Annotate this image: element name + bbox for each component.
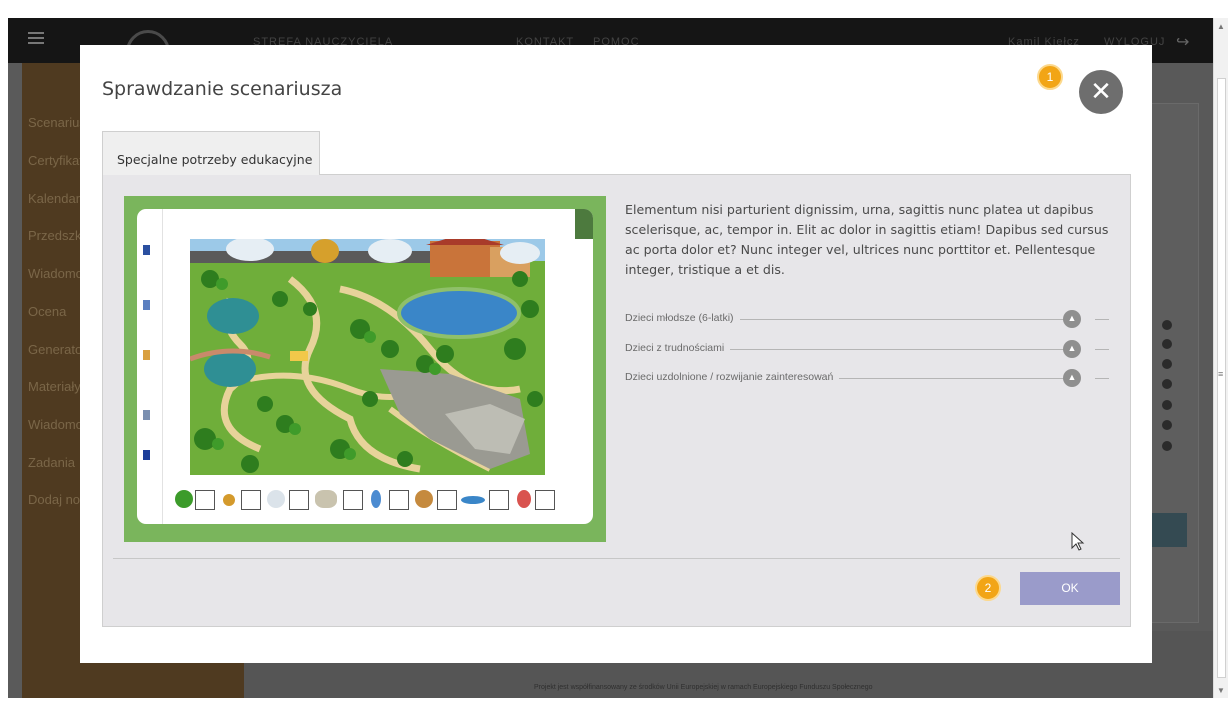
step-badge-2: 2 (975, 575, 1001, 601)
scroll-down-icon[interactable]: ▼ (1217, 686, 1225, 695)
row-action-icon[interactable] (1162, 359, 1172, 369)
browser-viewport: STREFA NAUCZYCIELA KONTAKT POMOC Kamil K… (8, 18, 1213, 698)
logout-icon[interactable]: ↪ (1176, 32, 1189, 52)
card-divider (162, 209, 163, 524)
screen: STREFA NAUCZYCIELA KONTAKT POMOC Kamil K… (0, 0, 1228, 706)
scenario-check-dialog: Sprawdzanie scenariusza 1 ✕ Specjalne po… (80, 45, 1152, 663)
accordion-divider (1095, 319, 1109, 320)
row-action-icon[interactable] (1162, 420, 1172, 430)
chevron-up-icon[interactable]: ▲ (1063, 340, 1081, 358)
step-badge-1: 1 (1037, 64, 1063, 90)
accordion-label: Dzieci młodsze (6-latki) (625, 312, 740, 324)
chevron-up-icon[interactable]: ▲ (1063, 369, 1081, 387)
tab-special-educational-needs[interactable]: Specjalne potrzeby edukacyjne (102, 131, 320, 175)
park-map-illustration (190, 239, 545, 475)
scenario-description: Elementum nisi parturient dignissim, urn… (625, 202, 1109, 277)
logo-strip (143, 245, 151, 475)
corner-fold (575, 209, 593, 239)
close-button[interactable]: ✕ (1079, 70, 1123, 114)
sidebar-item[interactable]: Kalendarz (28, 191, 87, 206)
row-action-icon[interactable] (1162, 379, 1172, 389)
picture-icon-row (175, 488, 580, 516)
sidebar-item[interactable]: Materiały (28, 379, 81, 394)
sidebar-item[interactable]: Zadania (28, 455, 75, 470)
ok-button[interactable]: OK (1020, 572, 1120, 605)
mouse-cursor-icon (1071, 532, 1085, 551)
row-action-icon[interactable] (1162, 320, 1172, 330)
footer-text: Projekt jest współfinansowany ze środków… (534, 684, 873, 691)
hamburger-menu-icon[interactable] (28, 32, 44, 34)
accordion-label: Dzieci z trudnościami (625, 342, 731, 354)
dialog-title: Sprawdzanie scenariusza (102, 78, 343, 100)
tab-label: Specjalne potrzeby edukacyjne (117, 152, 313, 167)
row-action-icon[interactable] (1162, 339, 1172, 349)
footer-divider (113, 558, 1120, 559)
row-action-icon[interactable] (1162, 441, 1172, 451)
accordion-divider (1095, 378, 1109, 379)
tab-panel: Elementum nisi parturient dignissim, urn… (102, 174, 1131, 627)
sidebar-item[interactable]: Generator (28, 342, 87, 357)
page-scrollbar[interactable]: ▲ ≡ ▼ (1213, 18, 1228, 698)
scrollbar-grip-icon: ≡ (1218, 369, 1224, 379)
row-action-icon[interactable] (1162, 400, 1172, 410)
accordion-divider (1095, 349, 1109, 350)
close-icon: ✕ (1090, 76, 1112, 106)
sidebar-item[interactable]: Ocena (28, 304, 66, 319)
accordion-item-children-with-difficulties[interactable]: Dzieci z trudnościami ▲ (625, 340, 1110, 358)
chevron-up-icon[interactable]: ▲ (1063, 310, 1081, 328)
scroll-up-icon[interactable]: ▲ (1217, 22, 1225, 31)
accordion-label: Dzieci uzdolnione / rozwijanie zainteres… (625, 371, 840, 383)
accordion-item-gifted-children[interactable]: Dzieci uzdolnione / rozwijanie zainteres… (625, 369, 1110, 387)
worksheet-image (124, 196, 606, 542)
worksheet-card (137, 209, 593, 524)
accordion-item-younger-children[interactable]: Dzieci młodsze (6-latki) ▲ (625, 310, 1110, 328)
